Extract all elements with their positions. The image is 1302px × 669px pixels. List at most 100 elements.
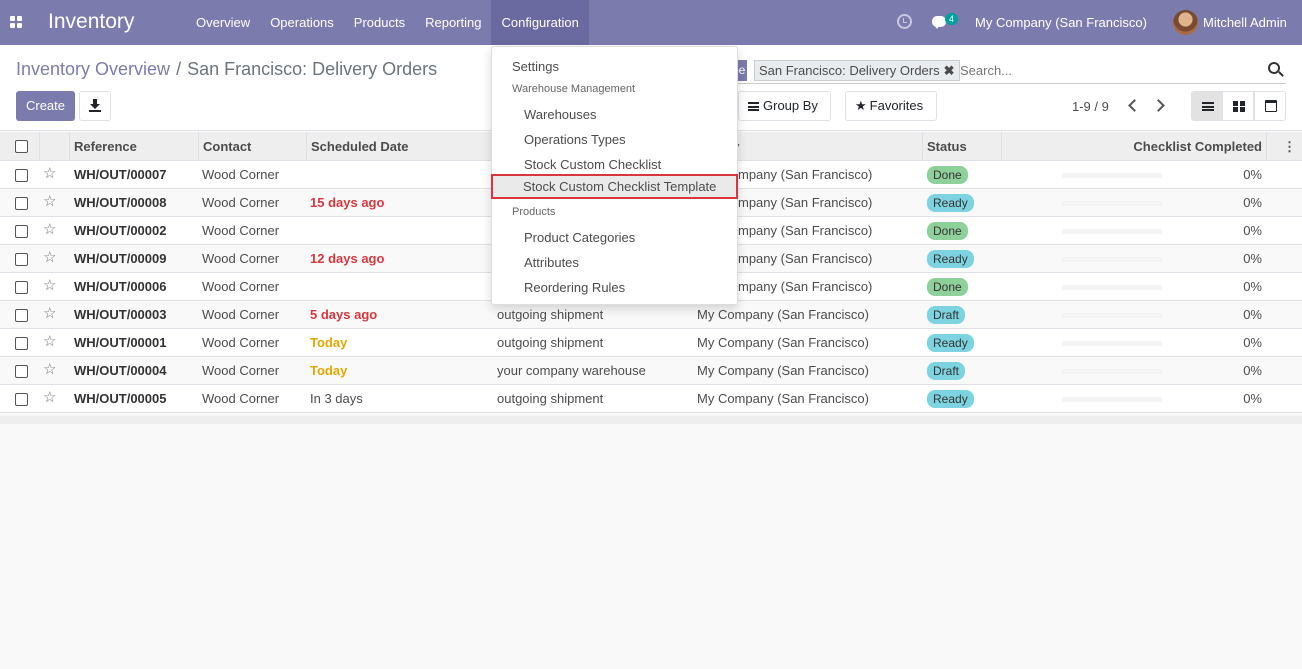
checklist-percent-cell: 0% bbox=[1243, 251, 1262, 266]
checklist-percent-cell: 0% bbox=[1243, 195, 1262, 210]
menu-item-operations-types[interactable]: Operations Types bbox=[492, 127, 737, 152]
column-contact[interactable]: Contact bbox=[199, 132, 307, 161]
row-checkbox[interactable] bbox=[15, 309, 28, 322]
status-cell: Ready bbox=[927, 334, 974, 352]
chat-count-badge: 4 bbox=[945, 13, 959, 25]
pager-next-icon[interactable] bbox=[1152, 99, 1165, 112]
scheduled-date-cell: Today bbox=[310, 335, 348, 350]
status-badge: Draft bbox=[927, 306, 966, 324]
kanban-view-button[interactable] bbox=[1222, 91, 1254, 121]
calendar-icon bbox=[1265, 100, 1277, 112]
star-icon[interactable]: ☆ bbox=[43, 390, 56, 406]
menu-configuration[interactable]: Configuration bbox=[491, 0, 589, 45]
breadcrumb-parent[interactable]: Inventory Overview bbox=[16, 59, 170, 79]
status-badge: Done bbox=[927, 166, 968, 184]
row-checkbox[interactable] bbox=[15, 281, 28, 294]
row-checkbox[interactable] bbox=[15, 365, 28, 378]
scheduled-date-cell: 12 days ago bbox=[310, 251, 385, 266]
table-row[interactable]: ☆ WH/OUT/00003 Wood Corner 5 days ago outgoi… bbox=[0, 301, 1302, 329]
list-icon bbox=[1202, 102, 1214, 111]
checklist-percent-cell: 0% bbox=[1243, 391, 1262, 406]
bars-icon bbox=[748, 102, 759, 111]
user-avatar[interactable] bbox=[1173, 10, 1198, 35]
star-icon[interactable]: ☆ bbox=[43, 222, 56, 238]
checklist-percent-cell: 0% bbox=[1243, 307, 1262, 322]
app-title[interactable]: Inventory bbox=[48, 10, 134, 34]
row-checkbox[interactable] bbox=[15, 337, 28, 350]
menu-item-warehouses[interactable]: Warehouses bbox=[492, 102, 737, 127]
select-all-checkbox[interactable] bbox=[15, 140, 28, 153]
menu-item-stock-custom-checklist-template[interactable]: Stock Custom Checklist Template bbox=[491, 174, 738, 199]
menu-products[interactable]: Products bbox=[344, 0, 415, 45]
company-cell: mpany (San Francisco) bbox=[738, 167, 873, 182]
menu-reporting[interactable]: Reporting bbox=[415, 0, 491, 45]
optional-columns-icon[interactable]: ⋮ bbox=[1267, 132, 1302, 161]
row-checkbox[interactable] bbox=[15, 225, 28, 238]
star-icon[interactable]: ☆ bbox=[43, 194, 56, 210]
favorites-button[interactable]: ★ Favorites bbox=[845, 91, 937, 121]
row-checkbox[interactable] bbox=[15, 393, 28, 406]
menu-item-attributes[interactable]: Attributes bbox=[492, 250, 737, 275]
user-menu[interactable]: Mitchell Admin bbox=[1203, 15, 1287, 30]
group-by-button[interactable]: Group By bbox=[738, 91, 831, 121]
menu-operations[interactable]: Operations bbox=[260, 0, 344, 45]
column-scheduled-date[interactable]: Scheduled Date bbox=[307, 132, 493, 161]
contact-cell: Wood Corner bbox=[202, 335, 280, 350]
list-view-button[interactable] bbox=[1191, 91, 1223, 121]
pager-value[interactable]: 1-9 / 9 bbox=[1072, 99, 1109, 114]
menu-item-reordering-rules[interactable]: Reordering Rules bbox=[492, 275, 737, 300]
activity-clock-icon[interactable] bbox=[897, 14, 912, 29]
star-icon[interactable]: ☆ bbox=[43, 306, 56, 322]
search-icon[interactable] bbox=[1268, 62, 1280, 74]
breadcrumb-separator: / bbox=[176, 59, 182, 79]
checklist-progress-bar bbox=[1062, 369, 1162, 374]
checklist-percent-cell: 0% bbox=[1243, 167, 1262, 182]
checklist-percent-cell: 0% bbox=[1243, 363, 1262, 378]
top-navbar: Inventory Overview Operations Products R… bbox=[0, 0, 1302, 45]
contact-cell: Wood Corner bbox=[202, 307, 280, 322]
column-status[interactable]: Status bbox=[923, 132, 1002, 161]
menu-item-settings[interactable]: Settings bbox=[492, 54, 737, 79]
table-row[interactable]: ☆ WH/OUT/00005 Wood Corner In 3 days outgoin… bbox=[0, 385, 1302, 413]
table-row[interactable]: ☆ WH/OUT/00004 Wood Corner Today your compan… bbox=[0, 357, 1302, 385]
reference-cell: WH/OUT/00004 bbox=[74, 363, 167, 378]
search-facet[interactable]: San Francisco: Delivery Orders ✖ bbox=[754, 60, 960, 81]
column-reference[interactable]: Reference bbox=[70, 132, 199, 161]
star-icon[interactable]: ☆ bbox=[43, 278, 56, 294]
star-icon[interactable]: ☆ bbox=[43, 362, 56, 378]
status-badge: Ready bbox=[927, 194, 974, 212]
contact-cell: Wood Corner bbox=[202, 195, 280, 210]
row-checkbox[interactable] bbox=[15, 197, 28, 210]
apps-menu-icon[interactable] bbox=[6, 12, 26, 32]
status-cell: Ready bbox=[927, 390, 974, 408]
remove-facet-icon[interactable]: ✖ bbox=[944, 63, 955, 78]
column-checklist-completed[interactable]: Checklist Completed bbox=[1002, 132, 1267, 161]
row-checkbox[interactable] bbox=[15, 253, 28, 266]
status-badge: Draft bbox=[927, 362, 966, 380]
star-icon[interactable]: ☆ bbox=[43, 334, 56, 350]
configuration-dropdown: Settings Warehouse Management Warehouses… bbox=[491, 46, 738, 305]
row-checkbox[interactable] bbox=[15, 169, 28, 182]
pager-previous-icon[interactable] bbox=[1128, 99, 1141, 112]
scheduled-date-cell: Today bbox=[310, 363, 348, 378]
favorites-label: Favorites bbox=[869, 98, 924, 113]
company-switcher[interactable]: My Company (San Francisco) bbox=[975, 15, 1147, 30]
destination-cell: your company warehouse bbox=[497, 363, 646, 378]
search-input[interactable] bbox=[960, 63, 1260, 78]
menu-item-product-categories[interactable]: Product Categories bbox=[492, 225, 737, 250]
calendar-view-button[interactable] bbox=[1254, 91, 1286, 121]
star-icon[interactable]: ☆ bbox=[43, 166, 56, 182]
star-icon[interactable]: ☆ bbox=[43, 250, 56, 266]
checklist-progress-bar bbox=[1062, 397, 1162, 402]
section-products: Products bbox=[512, 206, 556, 218]
destination-cell: outgoing shipment bbox=[497, 307, 604, 322]
chat-icon[interactable] bbox=[932, 16, 946, 29]
create-button[interactable]: Create bbox=[16, 91, 75, 121]
status-badge: Ready bbox=[927, 334, 974, 352]
status-cell: Done bbox=[927, 278, 968, 296]
export-button[interactable] bbox=[79, 91, 111, 121]
reference-cell: WH/OUT/00005 bbox=[74, 391, 167, 406]
menu-overview[interactable]: Overview bbox=[186, 0, 260, 45]
reference-cell: WH/OUT/00008 bbox=[74, 195, 167, 210]
table-row[interactable]: ☆ WH/OUT/00001 Wood Corner Today outgoing sh… bbox=[0, 329, 1302, 357]
